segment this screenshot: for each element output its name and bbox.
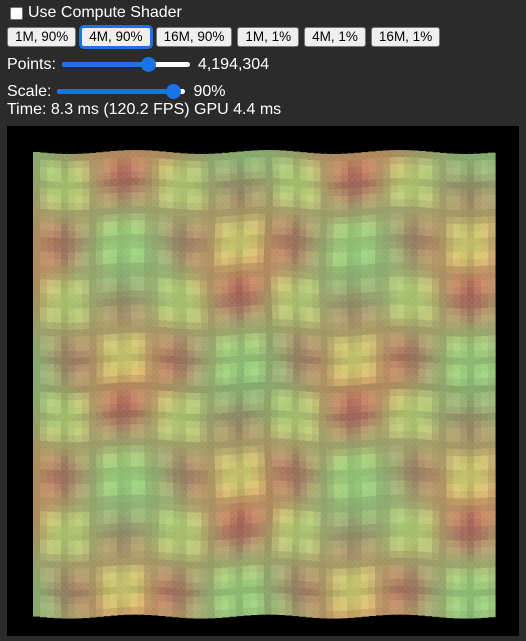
points-slider-fill bbox=[61, 62, 148, 67]
render-canvas[interactable] bbox=[7, 126, 519, 636]
preset-button-16m-90[interactable]: 16M, 90% bbox=[155, 27, 233, 47]
point-cloud-render bbox=[33, 150, 496, 619]
preset-button-1m-1[interactable]: 1M, 1% bbox=[237, 27, 300, 47]
preset-button-4m-1[interactable]: 4M, 1% bbox=[304, 27, 366, 47]
points-control: Points: 4,194,304 bbox=[7, 55, 269, 75]
compute-shader-option[interactable]: Use Compute Shader bbox=[10, 3, 182, 23]
scale-slider-thumb[interactable] bbox=[165, 84, 181, 99]
points-label: Points: bbox=[7, 56, 56, 73]
preset-button-4m-90[interactable]: 4M, 90% bbox=[79, 25, 153, 49]
preset-buttons: 1M, 90% 4M, 90% 16M, 90% 1M, 1% 4M, 1% 1… bbox=[7, 25, 445, 49]
scale-slider-fill bbox=[57, 89, 173, 94]
preset-button-1m-90[interactable]: 1M, 90% bbox=[7, 27, 77, 47]
scale-control: Scale: 90% bbox=[7, 82, 226, 102]
preset-button-16m-1[interactable]: 16M, 1% bbox=[370, 27, 441, 47]
compute-shader-label: Use Compute Shader bbox=[28, 4, 182, 21]
points-slider[interactable] bbox=[61, 55, 190, 75]
point-cloud-surface bbox=[33, 150, 496, 619]
compute-shader-checkbox[interactable] bbox=[10, 6, 23, 20]
scale-slider[interactable] bbox=[57, 82, 186, 102]
points-slider-thumb[interactable] bbox=[140, 57, 156, 72]
scale-label: Scale: bbox=[7, 83, 52, 100]
timing-readout: Time: 8.3 ms (120.2 FPS) GPU 4.4 ms bbox=[7, 101, 282, 118]
points-value: 4,194,304 bbox=[197, 56, 270, 73]
scale-value: 90% bbox=[193, 83, 226, 100]
contour-overlay bbox=[33, 152, 495, 616]
